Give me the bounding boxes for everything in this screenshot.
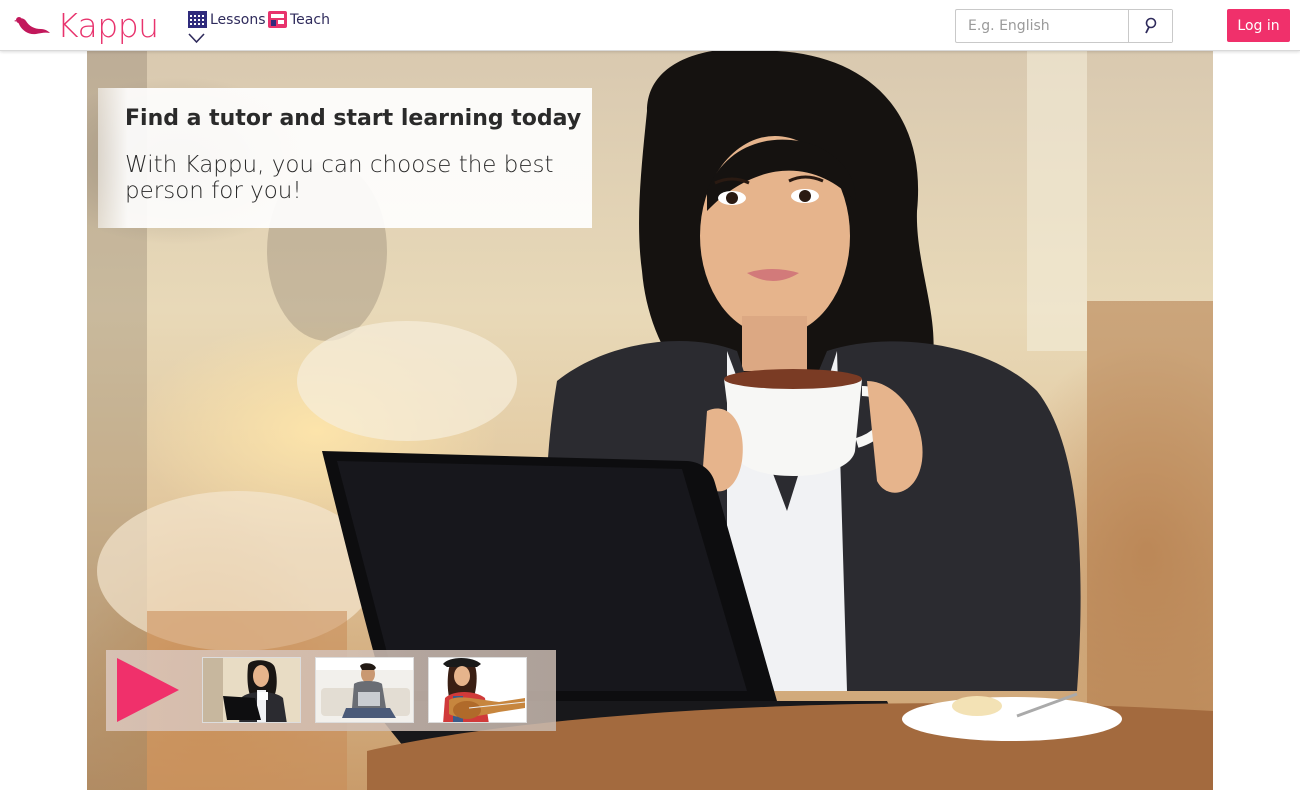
- hero-promo-box: Find a tutor and start learning today Wi…: [98, 88, 592, 228]
- store-icon: [268, 11, 287, 28]
- login-button[interactable]: Log in: [1227, 9, 1290, 42]
- woman-laptop-thumbnail-image: [203, 658, 300, 722]
- girl-guitar-thumbnail-image: [429, 658, 526, 722]
- bird-logo-icon: [14, 17, 50, 35]
- calendar-grid-icon: [188, 11, 207, 28]
- chevron-down-icon[interactable]: [188, 32, 205, 44]
- woman-laptop-thumbnail[interactable]: [202, 657, 301, 723]
- girl-guitar-thumbnail[interactable]: [428, 657, 527, 723]
- search-box: [955, 9, 1173, 43]
- search-button[interactable]: [1128, 10, 1172, 42]
- nav-lessons[interactable]: Lessons: [188, 11, 266, 28]
- logo-wordmark: Kappu: [57, 6, 159, 45]
- video-strip: [106, 650, 556, 731]
- top-bar: Kappu Lessons Teach E.g. English Log in: [0, 0, 1300, 51]
- kappu-logo[interactable]: Kappu: [14, 8, 159, 44]
- man-laptop-thumbnail[interactable]: [315, 657, 414, 723]
- nav-teach-label: Teach: [290, 11, 330, 28]
- search-icon: [1144, 17, 1156, 34]
- nav-lessons-label: Lessons: [210, 11, 266, 28]
- man-laptop-thumbnail-image: [316, 658, 413, 722]
- search-input[interactable]: [956, 10, 1128, 42]
- hero-title: Find a tutor and start learning today: [125, 106, 582, 131]
- hero-subtitle: With Kappu, you can choose the best pers…: [125, 152, 554, 204]
- nav-teach[interactable]: Teach: [268, 11, 330, 28]
- play-icon[interactable]: [117, 658, 179, 722]
